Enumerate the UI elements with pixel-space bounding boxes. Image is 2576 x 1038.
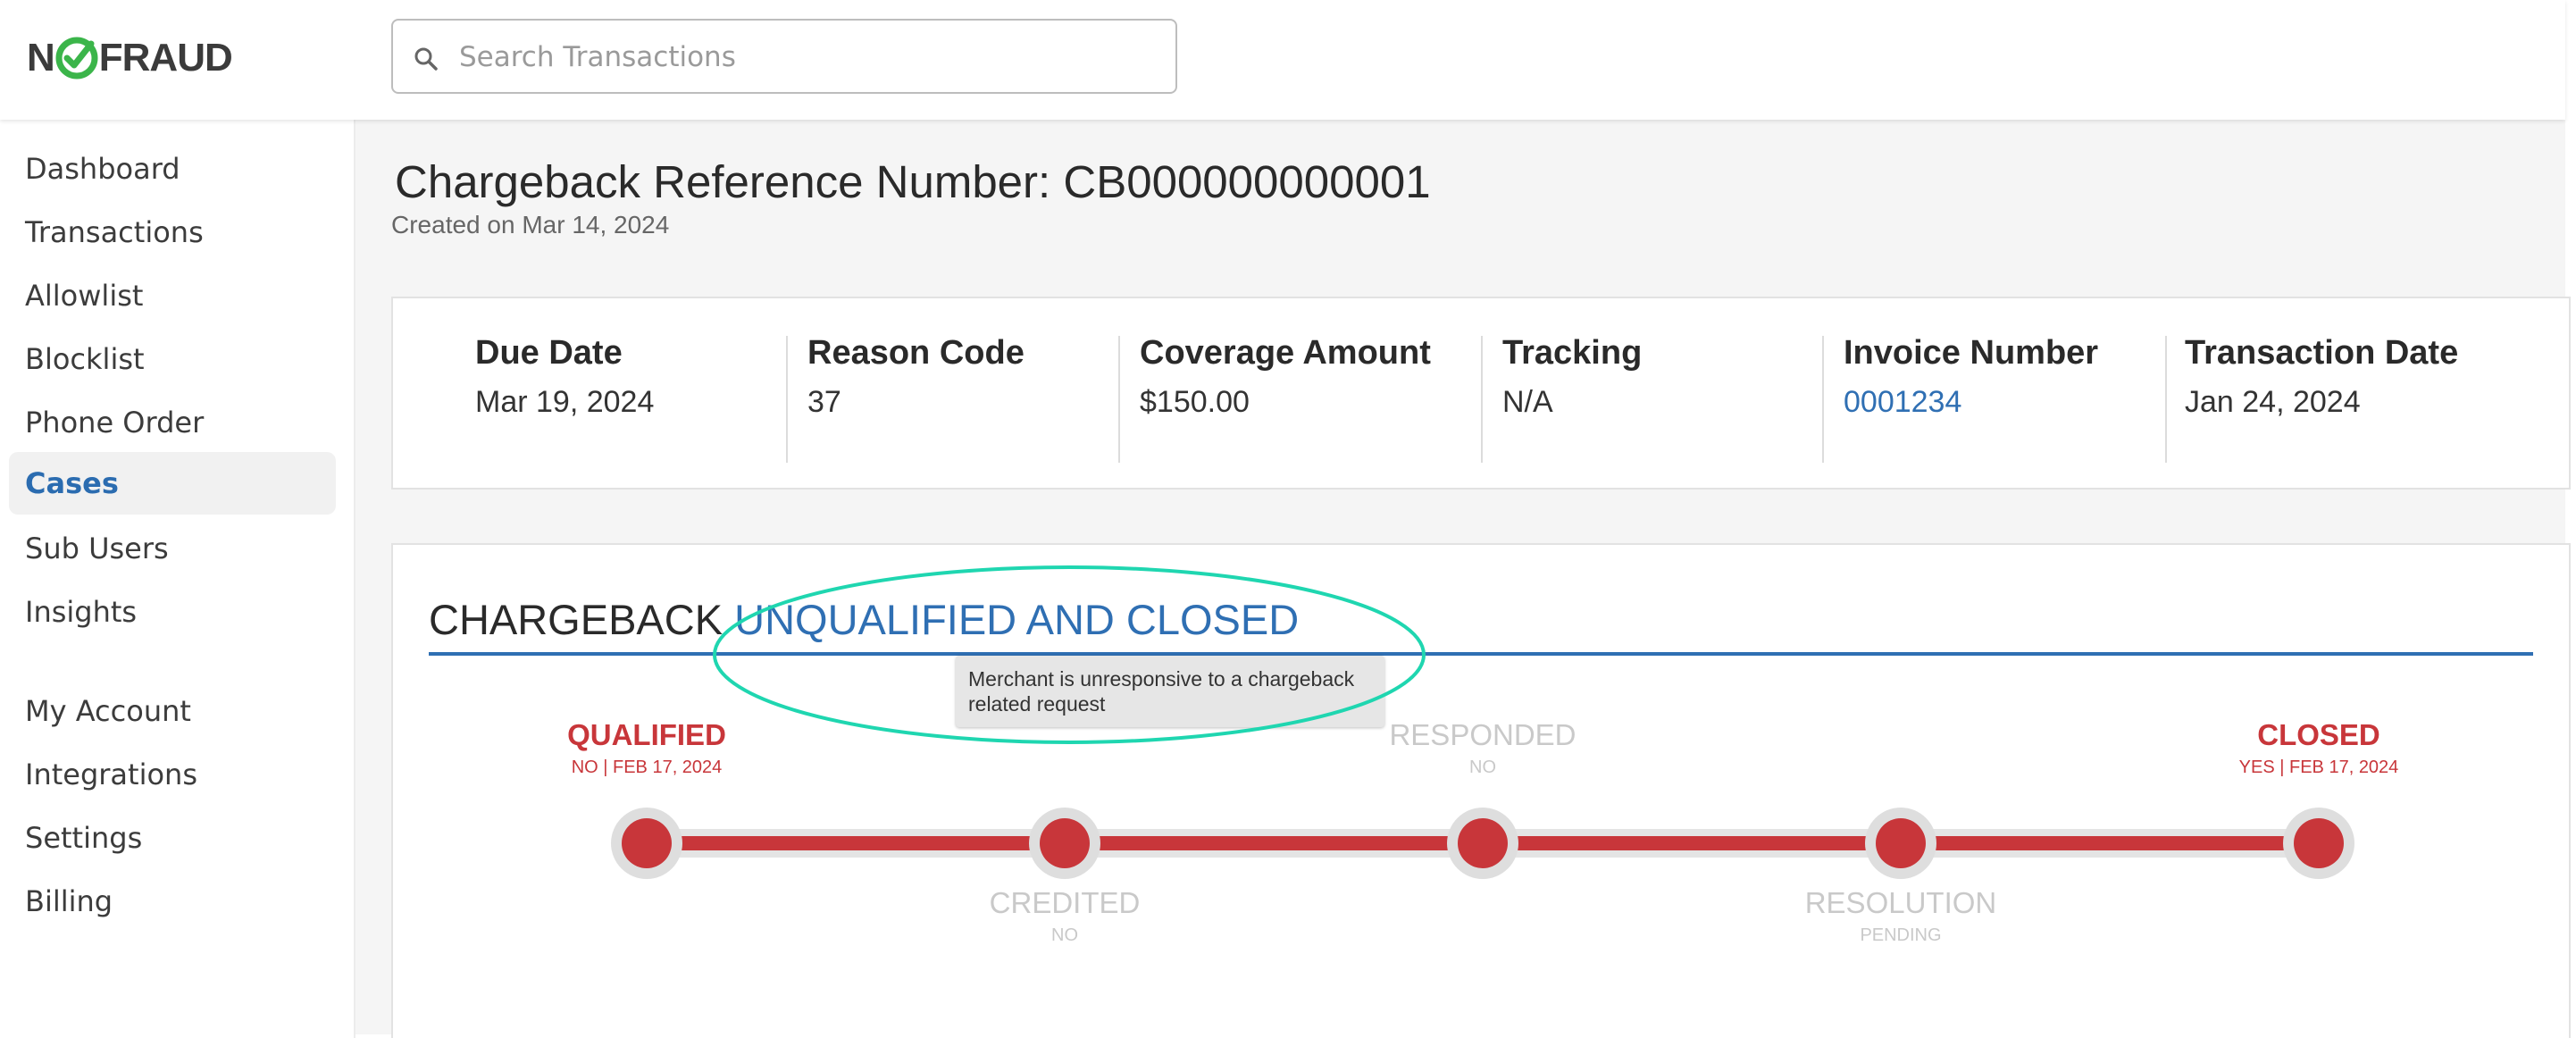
created-date: Created on Mar 14, 2024 <box>391 211 670 239</box>
top-header: N FRAUD <box>0 0 2565 120</box>
invoice-number-label: Invoice Number <box>1844 334 2099 372</box>
timeline-dot <box>2294 818 2344 868</box>
due-date-label: Due Date <box>475 334 623 372</box>
chargeback-summary-card: Due Date Mar 19, 2024 Reason Code 37 Cov… <box>391 297 2571 490</box>
transaction-date-label: Transaction Date <box>2185 334 2459 372</box>
logo-text-fraud: FRAUD <box>98 36 233 80</box>
sidebar-nav: Dashboard Transactions Allowlist Blockli… <box>0 120 355 1038</box>
check-circle-icon <box>55 37 98 80</box>
reason-code-label: Reason Code <box>807 334 1025 372</box>
invoice-number-link[interactable]: 0001234 <box>1844 385 2098 420</box>
transaction-date-value: Jan 24, 2024 <box>2185 385 2361 419</box>
search-box[interactable] <box>391 19 1177 94</box>
sidebar-item-billing[interactable]: Billing <box>9 870 336 933</box>
stage-name: CREDITED <box>989 886 1141 919</box>
stage-name: RESOLUTION <box>1804 886 1997 919</box>
sidebar-item-insights[interactable]: Insights <box>9 581 336 643</box>
timeline-dot <box>1876 818 1926 868</box>
stage-qualified: QUALIFIED NO | FEB 17, 2024 <box>468 718 825 778</box>
stage-closed: CLOSED YES | FEB 17, 2024 <box>2140 718 2497 778</box>
nofraud-logo[interactable]: N FRAUD <box>27 34 233 82</box>
stage-detail: NO <box>1051 925 1078 945</box>
sidebar-item-allowlist[interactable]: Allowlist <box>9 264 336 327</box>
stage-name: QUALIFIED <box>567 718 726 751</box>
stage-responded: RESPONDED NO <box>1304 718 1661 778</box>
timeline-dot <box>622 818 672 868</box>
stage-name: CLOSED <box>2257 718 2380 751</box>
transaction-date-field: Transaction Date Jan 24, 2024 <box>2185 334 2458 465</box>
summary-divider <box>2165 336 2167 463</box>
status-timeline: QUALIFIED NO | FEB 17, 2024 CREDITED NO … <box>393 545 2572 1038</box>
summary-divider <box>786 336 788 463</box>
tracking-field: Tracking N/A <box>1502 334 1642 465</box>
stage-credited: CREDITED NO <box>886 886 1243 946</box>
timeline-node-resolution <box>1865 808 1936 879</box>
timeline-dot <box>1040 818 1090 868</box>
page-title: Chargeback Reference Number: CB000000000… <box>395 156 1431 207</box>
timeline-node-credited <box>1029 808 1100 879</box>
stage-detail: YES | FEB 17, 2024 <box>2238 758 2399 777</box>
invoice-number-field: Invoice Number 0001234 <box>1844 334 2098 465</box>
summary-divider <box>1118 336 1120 463</box>
sidebar-item-phone-order[interactable]: Phone Order <box>9 391 336 454</box>
stage-detail: NO <box>1469 758 1496 777</box>
coverage-amount-value: $150.00 <box>1140 385 1250 419</box>
summary-divider <box>1481 336 1483 463</box>
tracking-label: Tracking <box>1502 334 1643 372</box>
reason-code-value: 37 <box>807 385 841 419</box>
sidebar-item-transactions[interactable]: Transactions <box>9 201 336 264</box>
status-tooltip: Merchant is unresponsive to a chargeback… <box>956 656 1384 727</box>
timeline-node-qualified <box>611 808 682 879</box>
timeline-node-responded <box>1447 808 1518 879</box>
timeline-dot <box>1458 818 1508 868</box>
sidebar-item-settings[interactable]: Settings <box>9 807 336 869</box>
coverage-amount-label: Coverage Amount <box>1140 334 1431 372</box>
sidebar-item-blocklist[interactable]: Blocklist <box>9 328 336 390</box>
timeline-node-closed <box>2283 808 2354 879</box>
chargeback-status-card: CHARGEBACK UNQUALIFIED AND CLOSED QUALIF… <box>391 543 2571 1038</box>
sidebar-item-dashboard[interactable]: Dashboard <box>9 138 336 200</box>
main-content: Chargeback Reference Number: CB000000000… <box>355 120 2571 1038</box>
logo-text-n: N <box>27 36 55 80</box>
coverage-amount-field: Coverage Amount $150.00 <box>1140 334 1431 465</box>
sidebar-item-sub-users[interactable]: Sub Users <box>9 517 336 580</box>
stage-detail: PENDING <box>1860 925 1942 945</box>
sidebar-item-my-account[interactable]: My Account <box>9 680 336 742</box>
search-input[interactable] <box>459 31 1156 83</box>
summary-divider <box>1822 336 1824 463</box>
reason-code-field: Reason Code 37 <box>807 334 1025 465</box>
sidebar-item-cases[interactable]: Cases <box>9 452 336 515</box>
stage-detail: NO | FEB 17, 2024 <box>571 758 723 777</box>
due-date-field: Due Date Mar 19, 2024 <box>475 334 654 465</box>
tracking-value: N/A <box>1502 385 1553 419</box>
search-icon <box>414 47 438 71</box>
due-date-value: Mar 19, 2024 <box>475 385 655 419</box>
stage-resolution: RESOLUTION PENDING <box>1722 886 2079 946</box>
sidebar-item-integrations[interactable]: Integrations <box>9 743 336 806</box>
